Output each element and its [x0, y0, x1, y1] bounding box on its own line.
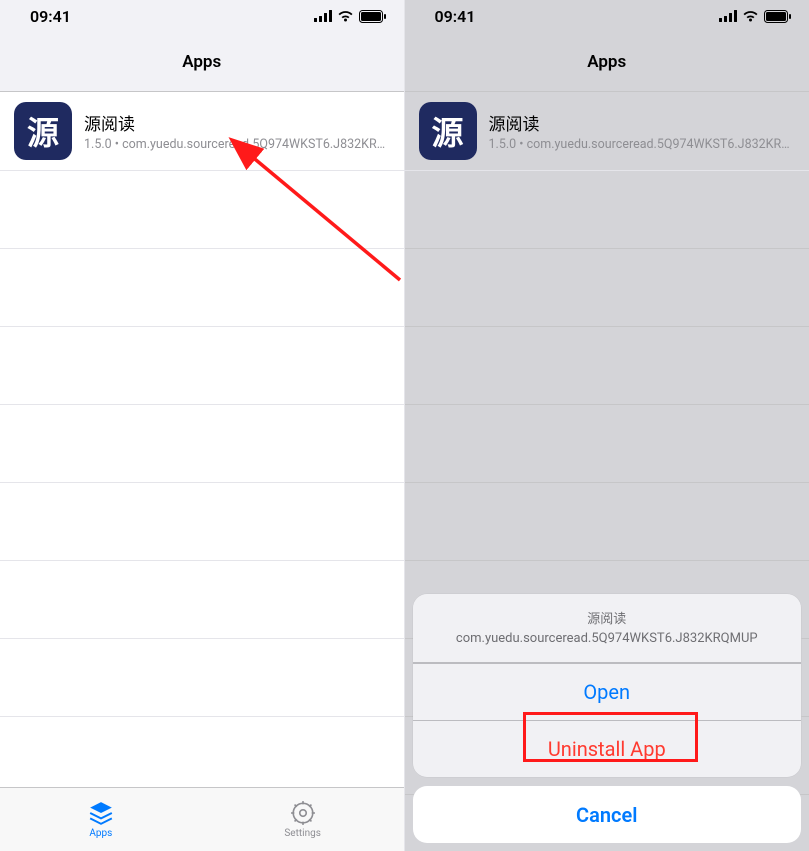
action-sheet: 源阅读 com.yuedu.sourceread.5Q974WKST6.J832… — [413, 594, 802, 777]
status-time: 09:41 — [30, 7, 71, 26]
sheet-title: 源阅读 — [429, 608, 786, 627]
app-icon-glyph: 源 — [431, 108, 463, 154]
phone-left: 09:41 Apps 源 源阅读 1.5.0 • com.yuedu.sourc… — [0, 0, 405, 851]
status-time: 09:41 — [435, 7, 476, 26]
app-icon-glyph: 源 — [27, 108, 59, 154]
navbar: Apps — [405, 32, 809, 92]
app-row-text: 源阅读 1.5.0 • com.yuedu.sourceread.5Q974WK… — [84, 110, 390, 152]
sheet-header: 源阅读 com.yuedu.sourceread.5Q974WKST6.J832… — [413, 594, 802, 663]
status-bar: 09:41 — [0, 0, 404, 32]
tab-settings-label: Settings — [284, 828, 321, 839]
app-row[interactable]: 源 源阅读 1.5.0 • com.yuedu.sourceread.5Q974… — [0, 92, 404, 171]
phone-right: 09:41 Apps 源 源阅读 1.5.0 • com.yuedu.sourc… — [405, 0, 809, 851]
status-bar: 09:41 — [405, 0, 809, 32]
cancel-button[interactable]: Cancel — [413, 786, 802, 843]
status-icons — [314, 10, 386, 23]
sheet-subtitle: com.yuedu.sourceread.5Q974WKST6.J832KRQM… — [429, 631, 786, 646]
signal-icon — [719, 10, 737, 22]
battery-icon — [764, 10, 791, 23]
uninstall-button[interactable]: Uninstall App — [413, 720, 802, 777]
gear-icon — [290, 800, 316, 826]
tab-bar: Apps Settings — [0, 787, 404, 851]
tab-apps[interactable]: Apps — [0, 788, 202, 851]
open-button[interactable]: Open — [413, 663, 802, 720]
tab-settings[interactable]: Settings — [202, 788, 404, 851]
app-row-text: 源阅读 1.5.0 • com.yuedu.sourceread.5Q974WK… — [489, 110, 796, 152]
app-name: 源阅读 — [84, 110, 390, 135]
battery-icon — [359, 10, 386, 23]
wifi-icon — [337, 10, 354, 22]
app-subtitle: 1.5.0 • com.yuedu.sourceread.5Q974WKST6.… — [84, 137, 390, 152]
layers-icon — [88, 800, 114, 826]
app-subtitle: 1.5.0 • com.yuedu.sourceread.5Q974WKST6.… — [489, 137, 796, 152]
app-icon: 源 — [419, 102, 477, 160]
nav-title: Apps — [182, 52, 221, 72]
app-list: 源 源阅读 1.5.0 • com.yuedu.sourceread.5Q974… — [0, 92, 404, 787]
nav-title: Apps — [587, 52, 626, 72]
tab-apps-label: Apps — [89, 828, 112, 839]
wifi-icon — [742, 10, 759, 22]
signal-icon — [314, 10, 332, 22]
app-icon: 源 — [14, 102, 72, 160]
app-row[interactable]: 源 源阅读 1.5.0 • com.yuedu.sourceread.5Q974… — [405, 92, 809, 171]
status-icons — [719, 10, 791, 23]
navbar: Apps — [0, 32, 404, 92]
app-name: 源阅读 — [489, 110, 796, 135]
